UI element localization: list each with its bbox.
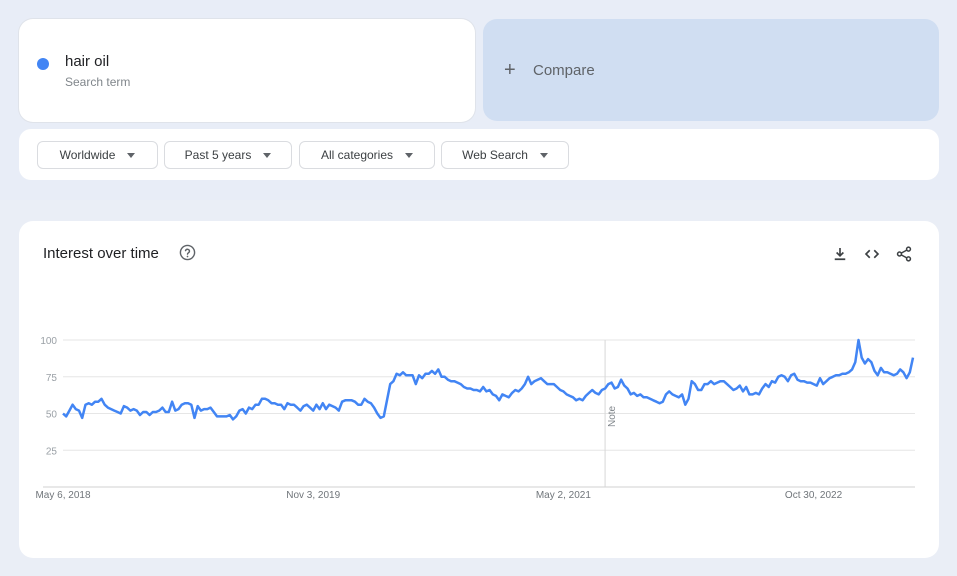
caret-down-icon [539,152,548,158]
filter-category[interactable]: All categories [299,141,435,169]
caret-down-icon [127,152,136,158]
filter-time-range[interactable]: Past 5 years [164,141,292,169]
download-icon[interactable] [831,245,849,263]
help-circle-icon[interactable] [179,244,196,261]
filter-time-range-label: Past 5 years [184,148,252,162]
filter-location[interactable]: Worldwide [37,141,158,169]
search-term-name[interactable]: hair oil [65,53,109,70]
series-color-dot [37,58,49,70]
filter-search-type-label: Web Search [462,148,528,162]
embed-code-icon[interactable] [863,245,881,263]
compare-label: Compare [533,62,595,79]
card-title: Interest over time [43,245,159,262]
caret-down-icon [405,152,414,158]
plus-icon: + [504,59,516,81]
filter-search-type[interactable]: Web Search [441,141,569,169]
caret-down-icon [263,152,272,158]
share-icon[interactable] [895,245,913,263]
filter-category-label: All categories [320,148,394,162]
search-term-subtitle: Search term [65,75,131,89]
filter-location-label: Worldwide [59,148,116,162]
search-term-card[interactable] [19,19,475,122]
interest-over-time-card [19,221,939,558]
